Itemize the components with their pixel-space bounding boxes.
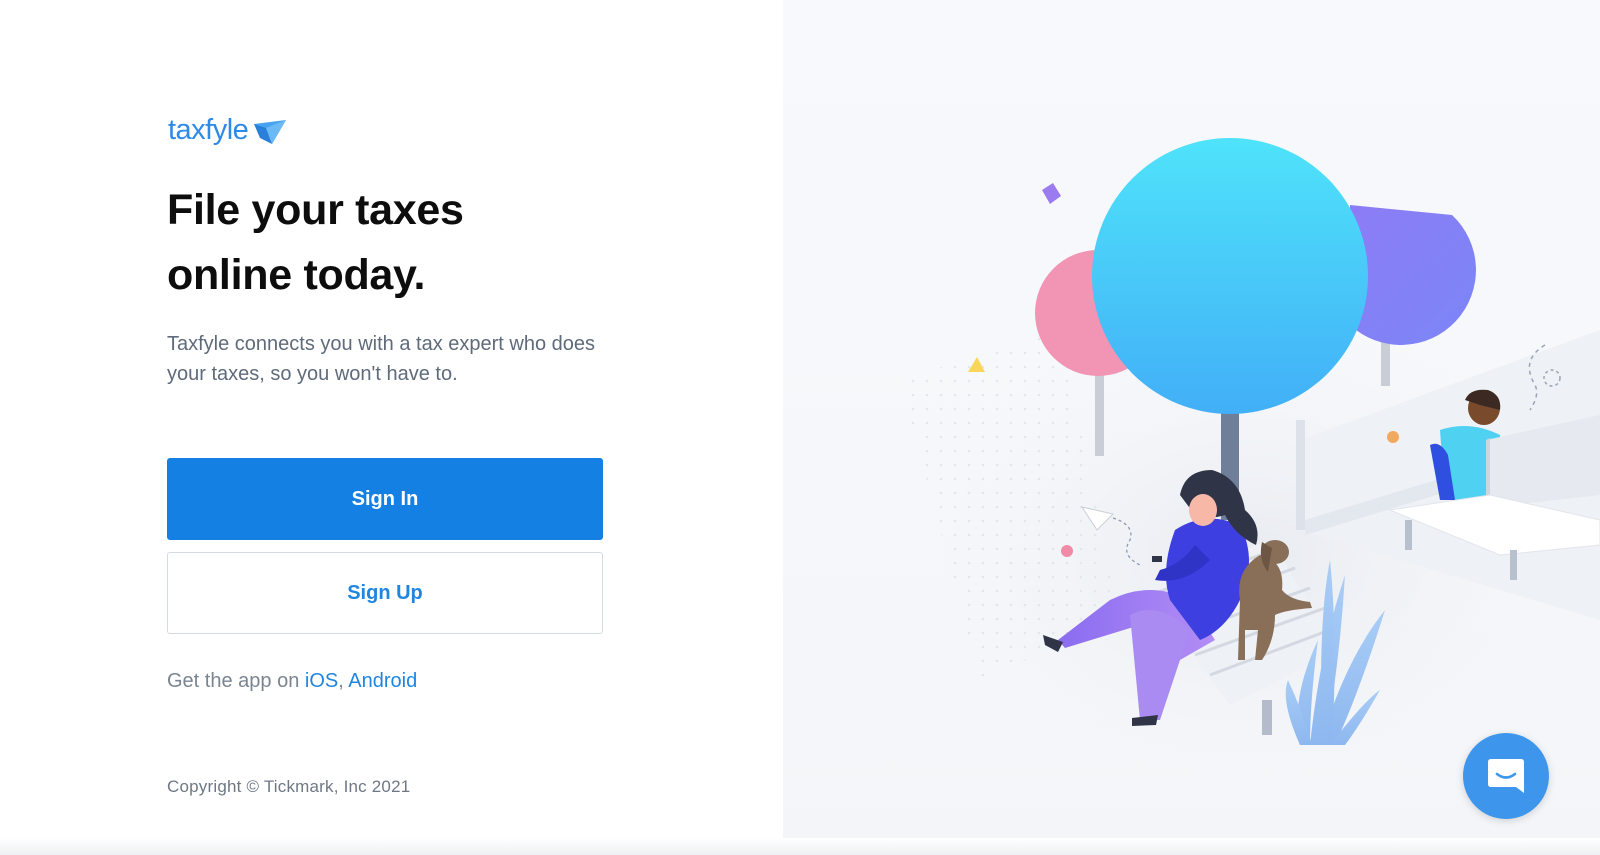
chat-launcher-button[interactable] xyxy=(1463,733,1549,819)
chat-bubble-icon xyxy=(1488,759,1524,793)
hero-illustration xyxy=(890,138,1600,810)
login-page: taxfyle File your taxes online today. Ta… xyxy=(0,0,1600,855)
bottom-edge xyxy=(0,838,1600,855)
